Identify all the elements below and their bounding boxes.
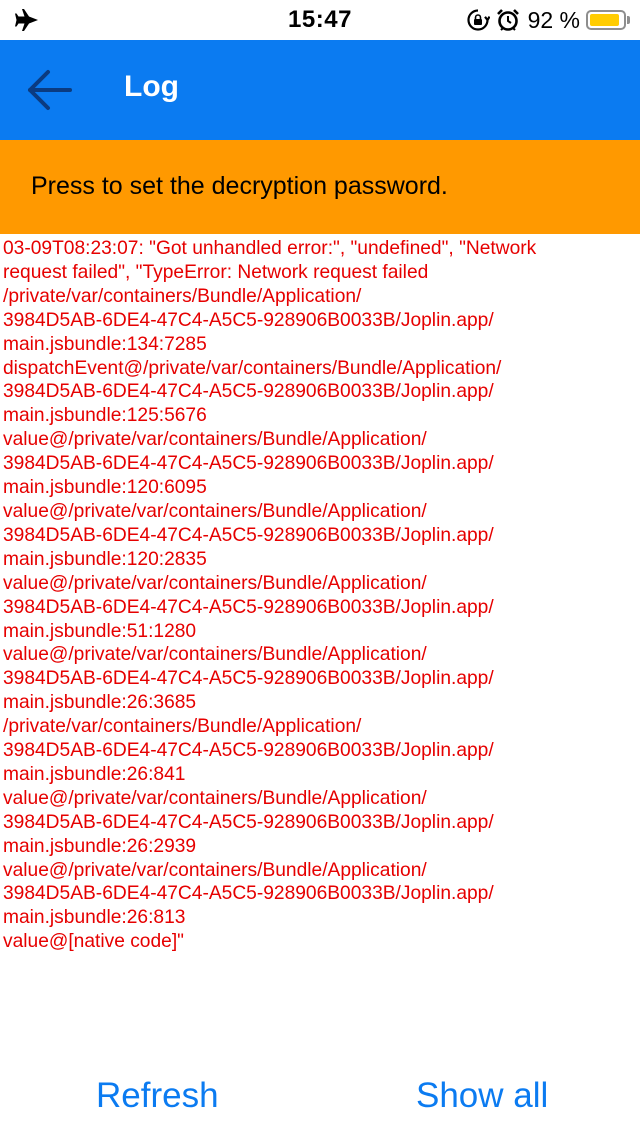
log-line: 3984D5AB-6DE4-47C4-A5C5-928906B0033B/Jop…: [3, 381, 494, 403]
log-output: 03-09T08:23:07: "Got unhandled error:", …: [3, 237, 635, 954]
log-line: value@/private/var/containers/Bundle/App…: [3, 644, 427, 666]
battery-icon: [586, 10, 626, 30]
log-screen: 15:47 92 % Log Press to set the decrypti…: [0, 0, 640, 1136]
log-line: main.jsbundle:26:2939: [3, 835, 197, 857]
back-button[interactable]: [20, 60, 80, 120]
log-line: 3984D5AB-6DE4-47C4-A5C5-928906B0033B/Jop…: [3, 524, 494, 546]
log-line: value@/private/var/containers/Bundle/App…: [3, 787, 427, 809]
battery-percent: 92 %: [527, 6, 580, 33]
log-line: main.jsbundle:26:3685: [3, 692, 197, 714]
log-line: value@[native code]": [3, 931, 184, 953]
status-right-group: 92 %: [466, 6, 630, 34]
decryption-password-banner[interactable]: Press to set the decryption password.: [0, 140, 640, 234]
log-line: main.jsbundle:26:813: [3, 907, 186, 929]
log-line: 3984D5AB-6DE4-47C4-A5C5-928906B0033B/Jop…: [3, 883, 494, 905]
rotation-lock-icon: [466, 8, 491, 32]
log-line: dispatchEvent@/private/var/containers/Bu…: [3, 357, 502, 379]
show-all-button[interactable]: Show all: [416, 1076, 548, 1116]
log-line: 3984D5AB-6DE4-47C4-A5C5-928906B0033B/Jop…: [3, 309, 494, 331]
log-line: main.jsbundle:134:7285: [3, 333, 207, 355]
log-line: 03-09T08:23:07: "Got unhandled error:", …: [3, 238, 537, 259]
log-line: 3984D5AB-6DE4-47C4-A5C5-928906B0033B/Jop…: [3, 811, 494, 833]
log-line: 3984D5AB-6DE4-47C4-A5C5-928906B0033B/Jop…: [3, 596, 494, 618]
refresh-button[interactable]: Refresh: [96, 1076, 219, 1116]
log-line: /private/var/containers/Bundle/Applicati…: [3, 716, 362, 738]
log-line: value@/private/var/containers/Bundle/App…: [3, 572, 427, 594]
back-arrow-icon: [28, 70, 72, 110]
app-header: Log: [0, 40, 640, 140]
alarm-icon: [496, 8, 520, 32]
log-line: 3984D5AB-6DE4-47C4-A5C5-928906B0033B/Jop…: [3, 740, 494, 762]
log-line: 3984D5AB-6DE4-47C4-A5C5-928906B0033B/Jop…: [3, 668, 494, 690]
log-line: main.jsbundle:120:2835: [3, 548, 207, 570]
battery-tip: [627, 16, 630, 24]
status-bar: 15:47 92 %: [0, 0, 640, 40]
log-line: request failed", "TypeError: Network req…: [3, 261, 429, 283]
log-line: value@/private/var/containers/Bundle/App…: [3, 500, 427, 522]
battery-level-fill: [590, 14, 619, 26]
log-line: main.jsbundle:125:5676: [3, 405, 207, 427]
log-line: main.jsbundle:26:841: [3, 763, 186, 785]
log-line: value@/private/var/containers/Bundle/App…: [3, 859, 427, 881]
log-line: /private/var/containers/Bundle/Applicati…: [3, 285, 362, 307]
banner-text: Press to set the decryption password.: [31, 172, 448, 200]
page-title: Log: [124, 70, 179, 103]
log-line: value@/private/var/containers/Bundle/App…: [3, 429, 427, 451]
log-line: main.jsbundle:51:1280: [3, 620, 197, 642]
log-line: main.jsbundle:120:6095: [3, 477, 207, 499]
log-line: 3984D5AB-6DE4-47C4-A5C5-928906B0033B/Jop…: [3, 453, 494, 475]
